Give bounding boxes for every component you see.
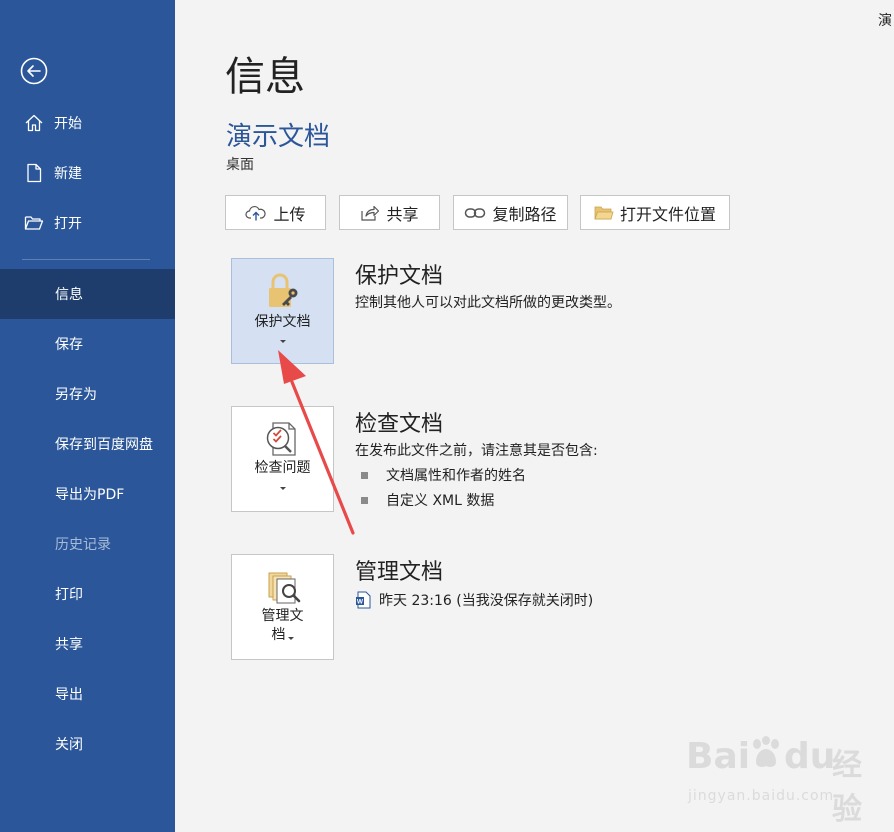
nav-new[interactable]: 新建 bbox=[0, 148, 175, 198]
inspect-section-description: 在发布此文件之前，请注意其是否包含: bbox=[355, 443, 598, 459]
nav-save-to-baidu[interactable]: 保存到百度网盘 bbox=[0, 419, 175, 469]
bullet-text: 文档属性和作者的姓名 bbox=[386, 468, 526, 484]
nav-home[interactable]: 开始 bbox=[0, 98, 175, 148]
copy-path-label: 复制路径 bbox=[492, 204, 557, 224]
nav-print[interactable]: 打印 bbox=[0, 569, 175, 619]
nav-label: 信息 bbox=[55, 287, 83, 303]
nav-share[interactable]: 共享 bbox=[0, 619, 175, 669]
nav-save-as[interactable]: 另存为 bbox=[0, 369, 175, 419]
tile-label-text: 档 bbox=[271, 627, 286, 643]
inspect-bullet-item: 文档属性和作者的姓名 bbox=[361, 465, 526, 485]
nav-label: 保存到百度网盘 bbox=[55, 437, 153, 453]
document-name: 演示文档 bbox=[226, 122, 331, 152]
svg-text:W: W bbox=[357, 599, 364, 606]
back-button[interactable] bbox=[20, 57, 48, 85]
manage-document-icon bbox=[268, 572, 300, 604]
link-icon bbox=[465, 207, 486, 218]
bullet-text: 自定义 XML 数据 bbox=[386, 493, 495, 509]
version-item[interactable]: W 昨天 23:16 (当我没保存就关闭时) bbox=[355, 590, 593, 610]
copy-path-button[interactable]: 复制路径 bbox=[453, 195, 568, 230]
watermark-url: jingyan.baidu.com bbox=[688, 788, 835, 804]
nav-close[interactable]: 关闭 bbox=[0, 719, 175, 769]
paw-icon bbox=[753, 736, 779, 767]
upload-icon bbox=[245, 205, 267, 220]
upload-label: 上传 bbox=[273, 204, 306, 224]
page-title: 信息 bbox=[225, 54, 305, 100]
open-file-location-button[interactable]: 打开文件位置 bbox=[580, 195, 730, 230]
word-document-icon: W bbox=[356, 591, 371, 609]
window-title-fragment: 演 bbox=[878, 13, 892, 29]
share-button[interactable]: 共享 bbox=[339, 195, 440, 230]
inspect-bullet-item: 自定义 XML 数据 bbox=[361, 490, 494, 510]
baidu-watermark: Bai du 经验 jingyan.baidu.com bbox=[686, 736, 866, 827]
protect-document-tile-label: 保护文档 bbox=[254, 314, 311, 330]
document-location: 桌面 bbox=[226, 157, 254, 173]
backstage-sidebar: 开始 新建 打开 信息 保存 另存为 保存到百度网盘 导出为PDF 历史记录 打… bbox=[0, 0, 175, 832]
version-label: 昨天 23:16 (当我没保存就关闭时) bbox=[379, 593, 594, 609]
nav-label: 导出为PDF bbox=[55, 487, 125, 503]
nav-export-pdf[interactable]: 导出为PDF bbox=[0, 469, 175, 519]
upload-button[interactable]: 上传 bbox=[225, 195, 326, 230]
back-arrow-icon bbox=[20, 57, 48, 85]
nav-label: 历史记录 bbox=[55, 537, 111, 553]
annotation-arrow-icon bbox=[278, 350, 355, 535]
nav-label: 新建 bbox=[54, 166, 82, 182]
lock-key-icon bbox=[268, 273, 297, 307]
manage-section-title: 管理文档 bbox=[355, 560, 444, 585]
nav-label: 保存 bbox=[55, 337, 83, 353]
watermark-brand: Bai bbox=[686, 736, 751, 777]
manage-document-tile-label: 管理文 bbox=[261, 608, 304, 624]
manage-document-tile[interactable]: 管理文 档 bbox=[231, 554, 334, 660]
nav-label: 关闭 bbox=[55, 737, 83, 753]
share-label: 共享 bbox=[386, 204, 419, 224]
nav-info[interactable]: 信息 bbox=[0, 269, 175, 319]
manage-document-tile-label-line2: 档 bbox=[232, 626, 333, 644]
folder-open-icon bbox=[24, 216, 44, 230]
protect-section-title: 保护文档 bbox=[355, 264, 444, 289]
nav-label: 另存为 bbox=[55, 387, 97, 403]
watermark-product: 经验 bbox=[832, 748, 862, 827]
nav-open[interactable]: 打开 bbox=[0, 198, 175, 248]
nav-export[interactable]: 导出 bbox=[0, 669, 175, 719]
nav-label: 打印 bbox=[55, 587, 83, 603]
sidebar-divider bbox=[22, 259, 150, 260]
nav-label: 导出 bbox=[55, 687, 83, 703]
home-icon bbox=[25, 114, 43, 132]
nav-save[interactable]: 保存 bbox=[0, 319, 175, 369]
protect-section-description: 控制其他人可以对此文档所做的更改类型。 bbox=[355, 295, 621, 311]
nav-label: 共享 bbox=[55, 637, 83, 653]
nav-history: 历史记录 bbox=[0, 519, 175, 569]
watermark-brand2: du bbox=[784, 736, 836, 777]
folder-icon bbox=[594, 206, 614, 219]
share-icon bbox=[361, 205, 380, 221]
nav-label: 打开 bbox=[54, 216, 82, 232]
nav-label: 开始 bbox=[54, 116, 82, 132]
new-document-icon bbox=[27, 163, 42, 183]
open-file-location-label: 打开文件位置 bbox=[619, 204, 716, 224]
chevron-down-icon bbox=[287, 637, 294, 640]
